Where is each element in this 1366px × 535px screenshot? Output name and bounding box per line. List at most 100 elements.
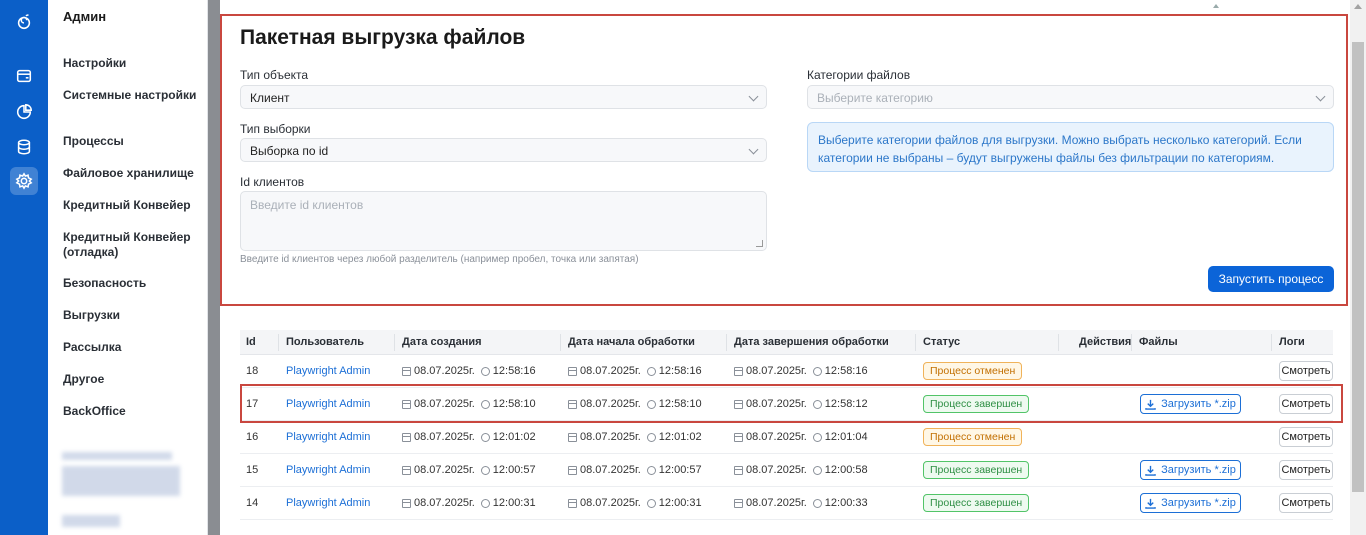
clock-icon xyxy=(646,498,656,508)
header-logs: Логи xyxy=(1279,336,1305,348)
calendar-icon xyxy=(734,432,743,442)
calendar-icon xyxy=(734,366,743,376)
row-created: 08.07.2025г. 12:00:57 xyxy=(402,464,536,476)
selection-type-select[interactable]: Выборка по id xyxy=(240,138,767,162)
pie-chart-icon[interactable] xyxy=(10,98,38,126)
row-created-time: 12:00:57 xyxy=(492,464,536,476)
page-scrollbar[interactable] xyxy=(1350,0,1366,535)
client-ids-input[interactable]: Введите id клиентов xyxy=(240,191,767,251)
chevron-down-icon xyxy=(748,144,759,155)
download-zip-button[interactable]: Загрузить *.zip xyxy=(1140,493,1241,513)
status-badge: Процесс завершен xyxy=(923,461,1030,479)
table-header: Id Пользователь Дата создания Дата начал… xyxy=(240,330,1333,355)
object-type-label: Тип объекта xyxy=(240,68,309,82)
categories-select[interactable]: Выберите категорию xyxy=(807,85,1334,109)
header-status: Статус xyxy=(923,336,961,348)
download-icon xyxy=(1145,498,1156,509)
calendar-icon xyxy=(568,465,577,475)
scroll-up-arrow-icon[interactable] xyxy=(1354,4,1362,9)
selection-type-value: Выборка по id xyxy=(250,144,329,158)
row-created: 08.07.2025г. 12:58:16 xyxy=(402,365,536,377)
header-actions: Действия xyxy=(1079,336,1132,348)
header-created: Дата создания xyxy=(402,336,482,348)
sidebar-item-mailing[interactable]: Рассылка xyxy=(63,340,203,355)
card-icon[interactable] xyxy=(10,62,38,90)
top-strip xyxy=(220,0,1350,14)
page-title: Пакетная выгрузка файлов xyxy=(240,26,526,49)
row-start: 08.07.2025г. 12:00:31 xyxy=(568,497,702,509)
row-start-time: 12:01:02 xyxy=(658,431,702,443)
clock-icon xyxy=(646,465,656,475)
calendar-icon xyxy=(734,465,743,475)
user-info-blurred xyxy=(62,466,180,496)
download-zip-button[interactable]: Загрузить *.zip xyxy=(1140,460,1241,480)
row-start-date: 08.07.2025г. xyxy=(580,464,641,476)
calendar-icon xyxy=(402,498,411,508)
clock-icon xyxy=(812,498,822,508)
row-user-link[interactable]: Playwright Admin xyxy=(286,431,370,443)
header-id: Id xyxy=(246,336,256,348)
row-created: 08.07.2025г. 12:01:02 xyxy=(402,431,536,443)
sidebar-item-credit-conveyor-debug[interactable]: Кредитный Конвейер (отладка) xyxy=(63,230,203,260)
run-process-button[interactable]: Запустить процесс xyxy=(1208,266,1334,292)
row-end-time: 12:58:16 xyxy=(824,365,868,377)
categories-label: Категории файлов xyxy=(807,68,911,82)
row-start-date: 08.07.2025г. xyxy=(580,365,641,377)
icon-rail xyxy=(0,0,48,535)
row-created-date: 08.07.2025г. xyxy=(414,464,475,476)
scrollbar-thumb[interactable] xyxy=(1352,42,1364,492)
resize-handle-icon[interactable] xyxy=(756,240,763,247)
download-zip-label: Загрузить *.zip xyxy=(1161,464,1236,476)
sidebar-item-settings[interactable]: Настройки xyxy=(63,56,203,71)
header-separator xyxy=(560,334,561,351)
sidebar-menu: Админ Настройки Системные настройки Проц… xyxy=(48,0,208,535)
view-logs-button[interactable]: Смотреть xyxy=(1279,460,1333,480)
gear-icon[interactable] xyxy=(10,167,38,195)
database-icon[interactable] xyxy=(10,133,38,161)
batch-export-form: Пакетная выгрузка файлов Тип объекта Кли… xyxy=(220,14,1348,306)
clock-icon xyxy=(480,465,490,475)
selection-type-label: Тип выборки xyxy=(240,122,311,136)
logo-icon[interactable] xyxy=(10,8,38,36)
header-start: Дата начала обработки xyxy=(568,336,695,348)
view-logs-button[interactable]: Смотреть xyxy=(1279,361,1333,381)
row-start-date: 08.07.2025г. xyxy=(580,497,641,509)
header-separator xyxy=(726,334,727,351)
row-start-time: 12:00:57 xyxy=(658,464,702,476)
scroll-up-icon[interactable] xyxy=(1213,4,1219,8)
sidebar-item-backoffice[interactable]: BackOffice xyxy=(63,404,203,419)
row-created-date: 08.07.2025г. xyxy=(414,431,475,443)
calendar-icon xyxy=(402,465,411,475)
sidebar-item-other[interactable]: Другое xyxy=(63,372,203,387)
calendar-icon xyxy=(402,432,411,442)
table-row: 14 Playwright Admin 08.07.2025г. 12:00:3… xyxy=(240,487,1333,520)
table-row: 15 Playwright Admin 08.07.2025г. 12:00:5… xyxy=(240,454,1333,487)
row-end-time: 12:00:33 xyxy=(824,497,868,509)
sidebar-item-processes[interactable]: Процессы xyxy=(63,134,203,149)
row-created-time: 12:58:16 xyxy=(492,365,536,377)
categories-info-alert: Выберите категории файлов для выгрузки. … xyxy=(807,122,1334,172)
object-type-select[interactable]: Клиент xyxy=(240,85,767,109)
client-ids-label: Id клиентов xyxy=(240,175,305,189)
view-logs-button[interactable]: Смотреть xyxy=(1279,493,1333,513)
sidebar-item-security[interactable]: Безопасность xyxy=(63,276,203,291)
row-user-link[interactable]: Playwright Admin xyxy=(286,497,370,509)
download-zip-label: Загрузить *.zip xyxy=(1161,497,1236,509)
clock-icon xyxy=(812,432,822,442)
client-ids-hint: Введите id клиентов через любой разделит… xyxy=(240,254,639,265)
row-end-date: 08.07.2025г. xyxy=(746,464,807,476)
row-user-link[interactable]: Playwright Admin xyxy=(286,464,370,476)
clock-icon xyxy=(812,366,822,376)
row-id: 16 xyxy=(246,431,259,443)
sidebar-item-exports[interactable]: Выгрузки xyxy=(63,308,203,323)
header-separator xyxy=(1058,334,1059,351)
clock-icon xyxy=(480,432,490,442)
sidebar-item-file-storage[interactable]: Файловое хранилище xyxy=(63,166,203,181)
sidebar-item-credit-conveyor[interactable]: Кредитный Конвейер xyxy=(63,198,203,213)
calendar-icon xyxy=(734,498,743,508)
view-logs-button[interactable]: Смотреть xyxy=(1279,427,1333,447)
clock-icon xyxy=(646,432,656,442)
sidebar-item-system-settings[interactable]: Системные настройки xyxy=(63,88,203,103)
row-user-link[interactable]: Playwright Admin xyxy=(286,365,370,377)
categories-placeholder: Выберите категорию xyxy=(817,91,933,105)
